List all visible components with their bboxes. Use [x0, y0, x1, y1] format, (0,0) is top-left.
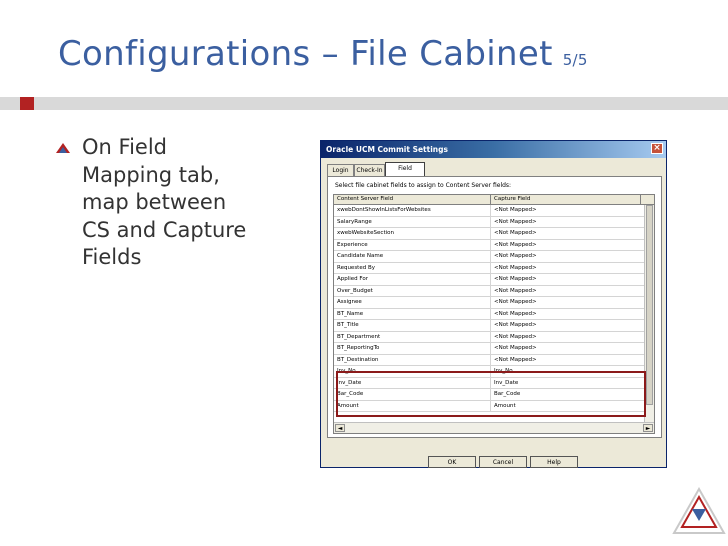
- table-row[interactable]: BT_Name <Not Mapped>: [334, 308, 654, 320]
- title-bar-left: [0, 97, 20, 110]
- cs-field-cell: BT_ReportingTo: [334, 343, 491, 354]
- table-row[interactable]: BT_ReportingTo <Not Mapped>: [334, 343, 654, 355]
- capture-field-cell[interactable]: <Not Mapped>: [491, 320, 641, 331]
- table-row[interactable]: xwebDontShowInListsForWebsites <Not Mappe…: [334, 205, 654, 217]
- grid-header: Content Server Field Capture Field: [334, 195, 654, 205]
- arrow-left-icon: ◄: [337, 425, 343, 432]
- corner-logo-icon: [672, 487, 726, 534]
- cs-field-cell: Candidate Name: [334, 251, 491, 262]
- scroll-right-button[interactable]: ►: [643, 424, 653, 432]
- cs-field-cell: SalaryRange: [334, 216, 491, 228]
- horizontal-scrollbar[interactable]: ◄ ►: [334, 422, 654, 433]
- close-button[interactable]: ×: [651, 143, 663, 154]
- slide-title-text: Configurations – File Cabinet: [58, 34, 553, 74]
- ok-button[interactable]: OK: [428, 456, 476, 468]
- title-bar-accent: [20, 97, 34, 110]
- table-row[interactable]: Over_Budget <Not Mapped>: [334, 285, 654, 297]
- mapped-fields-highlight: [336, 371, 646, 417]
- capture-field-cell[interactable]: <Not Mapped>: [491, 286, 641, 297]
- cs-field-cell: Experience: [334, 239, 491, 251]
- cs-field-cell: BT_Destination: [334, 354, 491, 366]
- capture-field-cell[interactable]: <Not Mapped>: [491, 217, 641, 228]
- table-row[interactable]: BT_Destination <Not Mapped>: [334, 354, 654, 366]
- cancel-button[interactable]: Cancel: [479, 456, 527, 468]
- capture-field-cell[interactable]: <Not Mapped>: [491, 263, 641, 274]
- arrow-right-icon: ►: [645, 425, 651, 432]
- close-icon: ×: [653, 143, 661, 153]
- table-row[interactable]: Experience <Not Mapped>: [334, 239, 654, 251]
- capture-field-cell[interactable]: <Not Mapped>: [491, 297, 641, 308]
- dialog-title: Oracle UCM Commit Settings: [326, 145, 448, 154]
- instruction-label: Select file cabinet fields to assign to …: [335, 182, 512, 189]
- scroll-left-button[interactable]: ◄: [335, 424, 345, 432]
- table-row[interactable]: Applied For <Not Mapped>: [334, 274, 654, 286]
- capture-field-cell[interactable]: <Not Mapped>: [491, 205, 641, 216]
- cs-field-cell: xwebDontShowInListsForWebsites: [334, 205, 491, 216]
- vertical-scroll-thumb[interactable]: [646, 205, 653, 405]
- slide-title: Configurations – File Cabinet 5/5: [58, 34, 588, 74]
- cs-field-cell: Assignee: [334, 297, 491, 308]
- cs-field-cell: Applied For: [334, 274, 491, 285]
- cs-field-cell: Requested By: [334, 262, 491, 274]
- table-row[interactable]: Requested By <Not Mapped>: [334, 262, 654, 274]
- cs-field-cell: BT_Name: [334, 308, 491, 320]
- capture-field-cell[interactable]: <Not Mapped>: [491, 240, 641, 251]
- capture-field-cell[interactable]: <Not Mapped>: [491, 228, 641, 239]
- table-row[interactable]: Assignee <Not Mapped>: [334, 297, 654, 309]
- column-header-cs-field[interactable]: Content Server Field: [334, 195, 491, 204]
- table-row[interactable]: SalaryRange <Not Mapped>: [334, 216, 654, 228]
- capture-field-cell[interactable]: <Not Mapped>: [491, 355, 641, 366]
- cs-field-cell: BT_Department: [334, 331, 491, 343]
- column-header-capture-field[interactable]: Capture Field: [491, 195, 641, 204]
- cs-field-cell: xwebWebsiteSection: [334, 228, 491, 239]
- cs-field-cell: BT_Title: [334, 320, 491, 331]
- bullet-text: On Field Mapping tab, map between CS and…: [82, 135, 247, 269]
- capture-field-cell[interactable]: <Not Mapped>: [491, 332, 641, 343]
- cs-field-cell: Over_Budget: [334, 285, 491, 297]
- tab-field-mappings[interactable]: Field Mappings: [385, 162, 425, 183]
- title-bar: [34, 97, 728, 110]
- help-button[interactable]: Help: [530, 456, 578, 468]
- capture-field-cell[interactable]: <Not Mapped>: [491, 309, 641, 320]
- commit-settings-dialog: Oracle UCM Commit Settings × Login Check…: [320, 140, 667, 468]
- table-row[interactable]: Candidate Name <Not Mapped>: [334, 251, 654, 263]
- capture-field-cell[interactable]: <Not Mapped>: [491, 343, 641, 354]
- tab-login[interactable]: Login: [327, 164, 354, 176]
- bullet-arrow-icon: [56, 143, 70, 153]
- dialog-titlebar: Oracle UCM Commit Settings ×: [321, 141, 666, 158]
- capture-field-cell[interactable]: <Not Mapped>: [491, 251, 641, 262]
- slide-page-number: 5/5: [562, 51, 588, 69]
- table-row[interactable]: xwebWebsiteSection <Not Mapped>: [334, 228, 654, 240]
- dialog-footer: OK Cancel Help: [321, 444, 666, 468]
- table-row[interactable]: BT_Department <Not Mapped>: [334, 331, 654, 343]
- table-row[interactable]: BT_Title <Not Mapped>: [334, 320, 654, 332]
- tab-check-in[interactable]: Check-In: [354, 164, 385, 176]
- capture-field-cell[interactable]: <Not Mapped>: [491, 274, 641, 285]
